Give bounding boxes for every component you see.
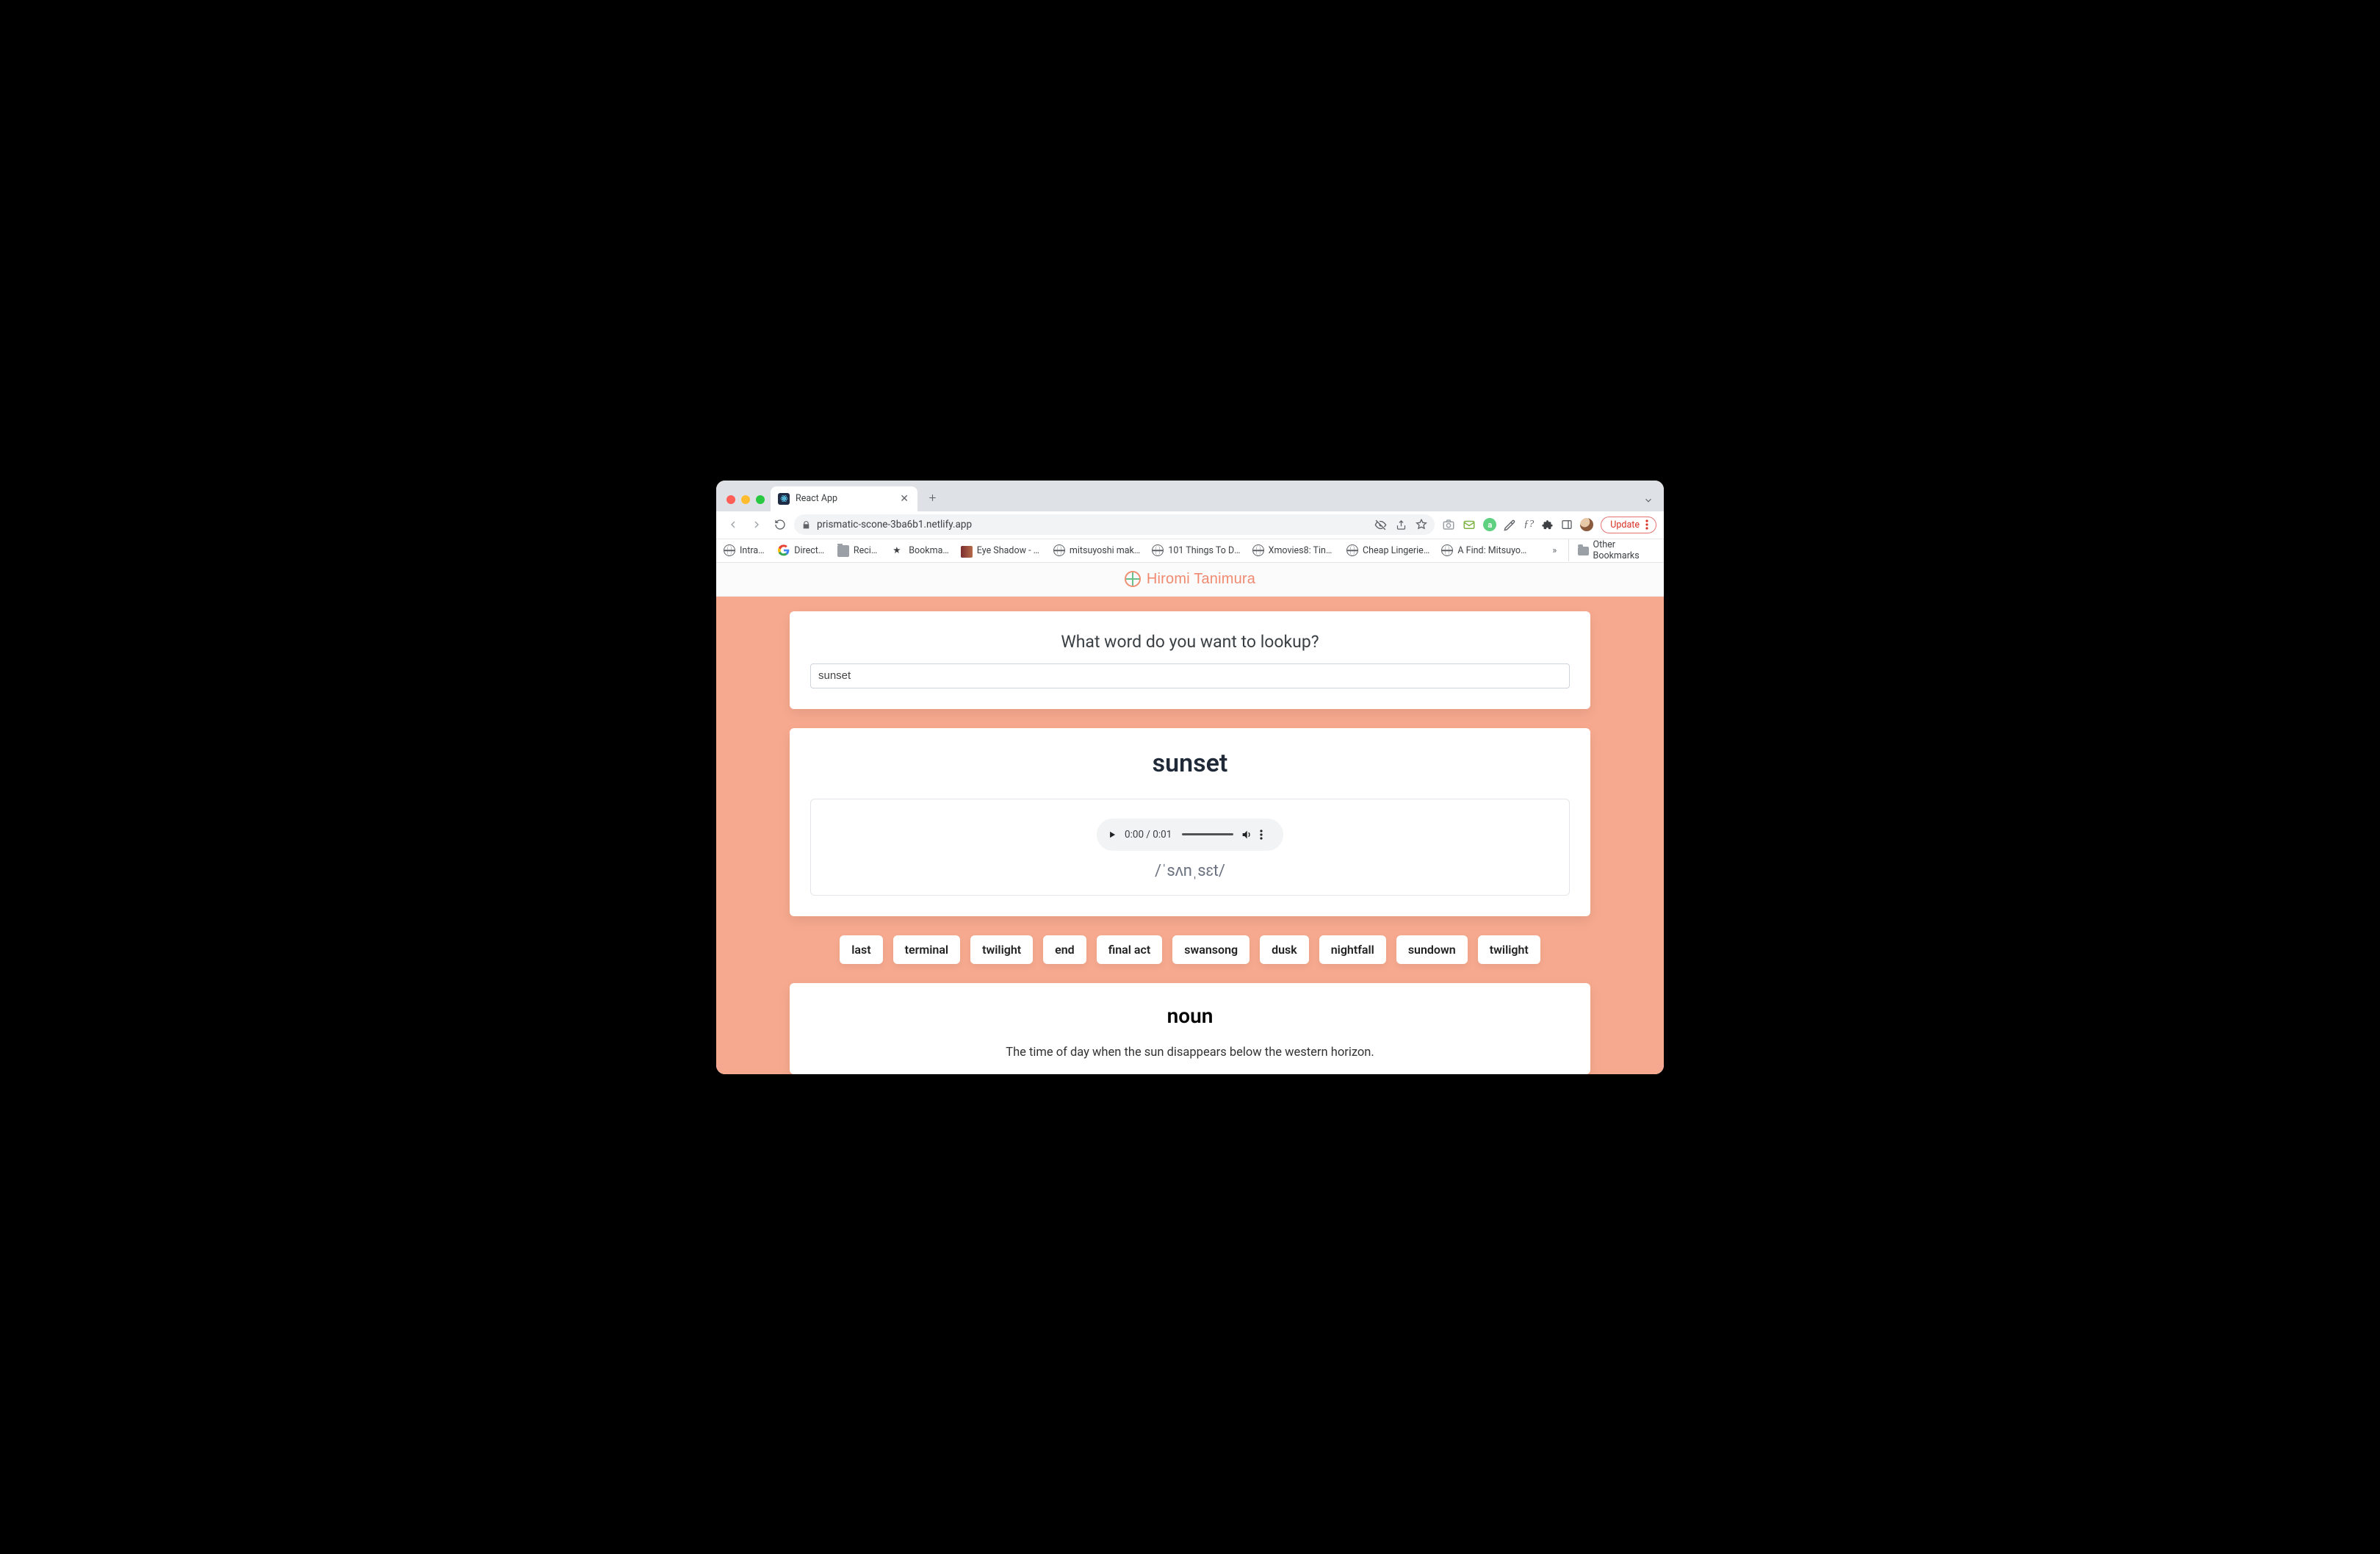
- globe-icon: [1252, 544, 1264, 556]
- search-prompt: What word do you want to lookup?: [810, 632, 1570, 652]
- close-window-button[interactable]: [726, 495, 735, 504]
- bookmark-cheap-lingerie[interactable]: Cheap Lingerie, S…: [1346, 544, 1429, 556]
- synonym-chip[interactable]: sundown: [1396, 935, 1468, 964]
- whatfont-extension-icon[interactable]: ƒ?: [1523, 519, 1534, 530]
- extensions-puzzle-icon[interactable]: [1541, 519, 1554, 531]
- lock-icon: [801, 520, 811, 530]
- play-icon[interactable]: [1107, 830, 1117, 840]
- bookmark-mitsuyoshi-makeup[interactable]: mitsuyoshi makeu…: [1053, 544, 1140, 556]
- browser-toolbar: prismatic-scone-3ba6b1.netlify.app a: [716, 511, 1664, 539]
- address-bar[interactable]: prismatic-scone-3ba6b1.netlify.app: [794, 514, 1435, 535]
- page-body: What word do you want to lookup? sunset …: [716, 597, 1664, 1074]
- tab-strip: React App ✕: [716, 481, 1664, 511]
- folder-icon: [837, 545, 849, 557]
- mail-extension-icon[interactable]: [1463, 518, 1476, 531]
- url-text: prismatic-scone-3ba6b1.netlify.app: [817, 519, 1368, 530]
- bookmark-bookmarks[interactable]: ★Bookmarks: [892, 544, 949, 556]
- app-title: Hiromi Tanimura: [1147, 571, 1255, 588]
- app-logo-icon: [1125, 571, 1141, 587]
- camera-extension-icon[interactable]: [1442, 518, 1455, 531]
- bookmarks-overflow-button[interactable]: »: [1552, 545, 1557, 556]
- definition-text: The time of day when the sun disappears …: [810, 1046, 1570, 1060]
- result-card: sunset 0:00 / 0:01 /ˈsʌnˌsɛt/: [790, 728, 1590, 916]
- definition-card: noun The time of day when the sun disapp…: [790, 983, 1590, 1074]
- synonym-chip[interactable]: twilight: [970, 935, 1033, 964]
- search-input[interactable]: [810, 663, 1570, 688]
- bookmark-xmovies8[interactable]: Xmovies8: Tinker…: [1252, 544, 1335, 556]
- eyedropper-extension-icon[interactable]: [1504, 519, 1516, 531]
- synonym-chip[interactable]: dusk: [1260, 935, 1309, 964]
- audio-progress-track[interactable]: [1182, 833, 1233, 835]
- star-icon: ★: [892, 544, 904, 556]
- globe-icon: [1441, 544, 1453, 556]
- eye-off-icon[interactable]: [1374, 519, 1387, 531]
- synonym-chip[interactable]: terminal: [893, 935, 960, 964]
- globe-icon: [1053, 544, 1065, 556]
- back-button[interactable]: [724, 515, 743, 534]
- phonetics-box: 0:00 / 0:01 /ˈsʌnˌsɛt/: [810, 799, 1570, 896]
- bookmark-star-icon[interactable]: [1416, 519, 1427, 530]
- part-of-speech: noun: [810, 1004, 1570, 1028]
- browser-window: React App ✕ prismatic-scone-3ba6b1.netli…: [716, 481, 1664, 1074]
- amazon-extension-icon[interactable]: a: [1483, 518, 1496, 531]
- synonym-chip[interactable]: final act: [1097, 935, 1163, 964]
- synonym-chips: last terminal twilight end final act swa…: [790, 935, 1590, 964]
- maximize-window-button[interactable]: [756, 495, 765, 504]
- forward-button[interactable]: [747, 515, 766, 534]
- globe-icon: [1152, 544, 1164, 556]
- result-word: sunset: [810, 749, 1570, 778]
- share-icon[interactable]: [1396, 519, 1407, 530]
- audio-time: 0:00 / 0:01: [1125, 829, 1172, 841]
- bookmark-intranet[interactable]: Intranet: [724, 544, 766, 556]
- audio-player[interactable]: 0:00 / 0:01: [1097, 819, 1283, 851]
- reload-button[interactable]: [771, 515, 790, 534]
- close-tab-button[interactable]: ✕: [898, 493, 910, 505]
- bookmark-101-things[interactable]: 101 Things To Do I…: [1152, 544, 1240, 556]
- other-bookmarks-button[interactable]: Other Bookmarks: [1568, 539, 1656, 561]
- app-header: Hiromi Tanimura: [716, 563, 1664, 597]
- other-bookmarks-label: Other Bookmarks: [1593, 539, 1656, 561]
- omnibox-right-icons: [1374, 519, 1427, 531]
- volume-icon[interactable]: [1241, 829, 1252, 841]
- profile-avatar[interactable]: [1580, 518, 1593, 531]
- browser-menu-icon[interactable]: [1645, 519, 1648, 530]
- bookmarks-bar: Intranet Directory Recipes ★Bookmarks Ey…: [716, 539, 1664, 563]
- react-favicon-icon: [778, 493, 790, 505]
- minimize-window-button[interactable]: [741, 495, 750, 504]
- synonym-chip[interactable]: nightfall: [1319, 935, 1386, 964]
- synonym-chip[interactable]: last: [840, 935, 882, 964]
- tab-title: React App: [796, 493, 892, 504]
- update-label: Update: [1610, 519, 1640, 530]
- tab-search-button[interactable]: [1643, 495, 1654, 506]
- update-button[interactable]: Update: [1601, 517, 1656, 533]
- new-tab-button[interactable]: [922, 488, 942, 508]
- synonym-chip[interactable]: twilight: [1478, 935, 1540, 964]
- side-panel-icon[interactable]: [1561, 519, 1573, 530]
- globe-icon: [1346, 544, 1358, 556]
- browser-tab[interactable]: React App ✕: [771, 486, 917, 511]
- extension-icons: a ƒ?: [1439, 518, 1596, 531]
- synonym-chip[interactable]: end: [1043, 935, 1086, 964]
- globe-icon: [724, 544, 735, 556]
- bookmark-eyeshadow[interactable]: Eye Shadow - Co…: [961, 544, 1042, 558]
- audio-more-icon[interactable]: [1260, 830, 1263, 840]
- bookmark-recipes[interactable]: Recipes: [837, 544, 881, 557]
- synonym-chip[interactable]: swansong: [1172, 935, 1250, 964]
- search-card: What word do you want to lookup?: [790, 611, 1590, 709]
- swatch-icon: [961, 546, 973, 558]
- phonetic-text: /ˈsʌnˌsɛt/: [1155, 861, 1225, 880]
- bookmark-a-find[interactable]: A Find: Mitsuyoshi…: [1441, 544, 1529, 556]
- folder-icon: [1578, 547, 1588, 555]
- google-icon: [778, 544, 790, 556]
- bookmark-directory[interactable]: Directory: [778, 544, 826, 556]
- window-controls: [724, 495, 771, 511]
